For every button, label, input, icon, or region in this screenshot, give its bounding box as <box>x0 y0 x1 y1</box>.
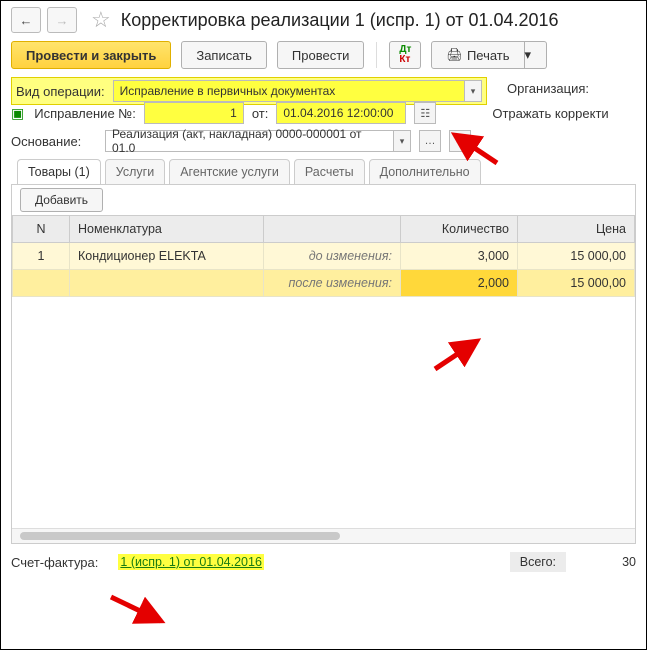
print-button-label: Печать <box>467 48 510 63</box>
cell-qty-before: 3,000 <box>401 243 518 270</box>
invoice-link[interactable]: 1 (испр. 1) от 01.04.2016 <box>118 554 264 570</box>
basis-more-button[interactable]: … <box>419 130 441 152</box>
reflect-correction-label: Отражать корректи <box>492 106 608 121</box>
cell-n: 1 <box>13 243 70 270</box>
post-and-close-button[interactable]: Провести и закрыть <box>11 41 171 69</box>
correction-number-field[interactable]: 1 <box>144 102 244 124</box>
goods-table: N Номенклатура Количество Цена 1 Кондици… <box>12 215 635 297</box>
status-posted-icon: ▣ <box>11 105 24 122</box>
total-label: Всего: <box>520 555 556 569</box>
save-button[interactable]: Записать <box>181 41 267 69</box>
calendar-button[interactable]: ☷ <box>414 102 436 124</box>
correction-date-from-label: от: <box>252 106 269 121</box>
basis-open-button[interactable]: ⧉ <box>449 130 471 152</box>
cell-after-label: после изменения: <box>264 270 401 297</box>
tab-calculations[interactable]: Расчеты <box>294 159 365 185</box>
tab-additional[interactable]: Дополнительно <box>369 159 481 185</box>
col-n[interactable]: N <box>13 216 70 243</box>
cell-qty-after[interactable]: 2,000 <box>401 270 518 297</box>
open-external-icon: ⧉ <box>456 135 464 148</box>
horizontal-scrollbar[interactable] <box>12 528 635 543</box>
correction-date-field[interactable]: 01.04.2016 12:00:00 <box>276 102 406 124</box>
favorite-icon[interactable]: ☆ <box>91 7 111 33</box>
forward-button[interactable]: → <box>47 7 77 33</box>
tab-agent-services[interactable]: Агентские услуги <box>169 159 290 185</box>
operation-type-dropdown-icon[interactable]: ▾ <box>464 80 482 102</box>
goods-panel: Добавить N Номенклатура Количество Цена … <box>11 184 636 544</box>
dt-kt-icon: ДтКт <box>399 45 411 65</box>
cell-price-before: 15 000,00 <box>518 243 635 270</box>
correction-number-label: Исправление №: <box>34 106 136 121</box>
post-button[interactable]: Провести <box>277 41 365 69</box>
scrollbar-thumb[interactable] <box>20 532 340 540</box>
annotation-arrow-3 <box>105 591 175 631</box>
dt-kt-button[interactable]: ДтКт <box>389 41 421 69</box>
invoice-label: Счет-фактура: <box>11 555 98 570</box>
operation-type-field[interactable]: Исправление в первичных документах <box>113 80 464 102</box>
cell-before-label: до изменения: <box>264 243 401 270</box>
add-row-button[interactable]: Добавить <box>20 188 103 212</box>
basis-field[interactable]: Реализация (акт, накладная) 0000-000001 … <box>105 130 393 152</box>
cell-price-after: 15 000,00 <box>518 270 635 297</box>
basis-dropdown-icon[interactable]: ▾ <box>393 130 411 152</box>
total-value: 30 <box>576 555 636 569</box>
page-title: Корректировка реализации 1 (испр. 1) от … <box>121 10 559 31</box>
tab-services[interactable]: Услуги <box>105 159 165 185</box>
back-button[interactable]: ← <box>11 7 41 33</box>
operation-type-label: Вид операции: <box>16 84 105 99</box>
col-nomen[interactable]: Номенклатура <box>70 216 264 243</box>
calendar-icon: ☷ <box>420 107 430 120</box>
print-button[interactable]: 🖨 Печать <box>431 41 524 69</box>
printer-icon: 🖨 <box>446 47 463 63</box>
table-row[interactable]: 1 Кондиционер ELEKTA до изменения: 3,000… <box>13 243 635 270</box>
basis-label: Основание: <box>11 134 97 149</box>
table-row[interactable]: после изменения: 2,000 15 000,00 <box>13 270 635 297</box>
print-dropdown-button[interactable]: ▾ <box>525 41 547 69</box>
col-price[interactable]: Цена <box>518 216 635 243</box>
organization-label: Организация: <box>507 81 589 96</box>
cell-nomen: Кондиционер ELEKTA <box>70 243 264 270</box>
tab-goods[interactable]: Товары (1) <box>17 159 101 185</box>
col-qty[interactable]: Количество <box>401 216 518 243</box>
